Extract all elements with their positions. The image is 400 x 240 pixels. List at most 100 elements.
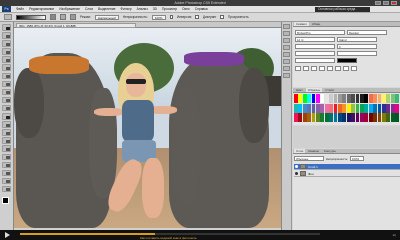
document-tab[interactable]: IMG_1580.JPG @ 33,3% (Слой 1, RGB/8) — [16, 22, 136, 28]
color-swatch[interactable] — [346, 103, 351, 113]
dodge-tool-icon[interactable] — [2, 129, 11, 136]
color-swatch[interactable] — [368, 94, 373, 103]
menu-image[interactable]: Изображение — [59, 7, 80, 11]
tab-color[interactable]: Цвет — [294, 88, 305, 92]
brush-tool-icon[interactable] — [2, 80, 11, 88]
reverse-checkbox[interactable] — [169, 15, 173, 19]
gradient-tool-preset-icon[interactable] — [4, 14, 12, 20]
color-swatch[interactable] — [351, 103, 356, 113]
faux-italic-button[interactable] — [303, 66, 309, 71]
color-swatch[interactable] — [298, 103, 303, 113]
play-icon[interactable] — [5, 232, 10, 238]
tab-paragraph[interactable]: Абзац — [310, 22, 322, 26]
eraser-tool-icon[interactable] — [2, 104, 11, 112]
radial-gradient-icon[interactable] — [60, 14, 66, 20]
color-swatch[interactable] — [395, 103, 399, 113]
menu-analysis[interactable]: Анализ — [137, 7, 148, 11]
color-swatch[interactable] — [390, 103, 395, 113]
menu-view[interactable]: Просмотр — [162, 7, 177, 11]
color-swatch[interactable] — [302, 113, 307, 122]
color-swatch[interactable] — [315, 94, 320, 103]
color-swatch[interactable] — [302, 94, 307, 103]
tab-layers[interactable]: Слои — [294, 149, 306, 153]
color-swatch[interactable] — [307, 103, 312, 113]
color-swatch[interactable] — [337, 103, 342, 113]
paragraph-panel-icon[interactable] — [283, 59, 290, 64]
zoom-tool-icon[interactable] — [2, 185, 11, 193]
color-swatch[interactable] — [329, 103, 334, 113]
character-panel-icon[interactable] — [283, 52, 290, 57]
color-swatch[interactable] — [329, 94, 334, 103]
font-size-field[interactable]: 12 пт — [295, 37, 335, 42]
color-swatch[interactable] — [373, 113, 378, 122]
color-swatch[interactable] — [337, 113, 342, 122]
menu-filter[interactable]: Фильтр — [121, 7, 132, 11]
menu-layer[interactable]: Слои — [85, 7, 93, 11]
color-swatch[interactable] — [315, 113, 320, 122]
mode-select[interactable]: Нормальный — [94, 14, 119, 20]
image-canvas[interactable] — [14, 28, 281, 228]
color-swatch[interactable] — [333, 103, 338, 113]
dither-checkbox[interactable] — [195, 15, 199, 19]
color-swatch[interactable] — [359, 113, 364, 122]
color-swatch[interactable] — [294, 94, 298, 103]
minimize-button[interactable] — [375, 1, 381, 5]
color-swatch[interactable] — [342, 103, 347, 113]
color-swatch[interactable] — [311, 103, 316, 113]
font-family-select[interactable]: Myriad Pro — [295, 30, 345, 35]
marquee-tool-icon[interactable] — [2, 32, 11, 39]
tab-channels[interactable]: Каналы — [306, 149, 321, 153]
maximize-button[interactable] — [383, 1, 389, 5]
horizontal-scale-field[interactable] — [337, 51, 377, 56]
color-swatch[interactable] — [294, 103, 298, 113]
color-swatch[interactable] — [377, 113, 382, 122]
tab-swatches[interactable]: Образцы — [305, 88, 323, 92]
color-swatch[interactable] — [364, 103, 369, 113]
info-panel-icon[interactable] — [283, 66, 290, 71]
text-color-swatch[interactable] — [337, 58, 357, 63]
color-swatch[interactable] — [337, 94, 342, 103]
color-swatch[interactable] — [359, 103, 364, 113]
color-swatch[interactable] — [342, 94, 347, 103]
color-swatches[interactable] — [1, 196, 12, 207]
menu-select[interactable]: Выделение — [98, 7, 115, 11]
color-swatch[interactable] — [307, 113, 312, 122]
layer-row[interactable]: Фон — [294, 171, 400, 177]
color-swatch[interactable] — [386, 103, 391, 113]
strikethrough-button[interactable] — [351, 66, 357, 71]
tab-paths[interactable]: Контуры — [322, 149, 338, 153]
color-swatch[interactable] — [311, 113, 316, 122]
hand-tool-icon[interactable] — [2, 177, 11, 185]
tab-styles[interactable]: Стили — [323, 88, 336, 92]
clone-stamp-tool-icon[interactable] — [2, 88, 11, 96]
vertical-scale-field[interactable] — [295, 51, 335, 56]
volume-icon[interactable]: ◄) — [392, 233, 396, 237]
color-swatch[interactable] — [381, 94, 386, 103]
tab-character[interactable]: Символ — [294, 22, 309, 26]
move-tool-icon[interactable] — [2, 24, 11, 31]
color-swatch[interactable] — [298, 113, 303, 122]
color-swatch[interactable] — [386, 94, 391, 103]
shape-tool-icon[interactable] — [2, 161, 11, 169]
lasso-tool-icon[interactable] — [2, 40, 11, 47]
blur-tool-icon[interactable] — [2, 121, 11, 128]
color-swatch[interactable] — [373, 103, 378, 113]
color-swatch[interactable] — [346, 94, 351, 103]
color-swatch[interactable] — [359, 94, 364, 103]
visibility-eye-icon[interactable] — [295, 172, 298, 175]
menu-window[interactable]: Окно — [182, 7, 190, 11]
eyedropper-tool-icon[interactable] — [2, 64, 11, 71]
color-swatch[interactable] — [329, 113, 334, 122]
transparency-checkbox[interactable] — [220, 15, 224, 19]
color-swatch[interactable] — [324, 94, 329, 103]
menu-help[interactable]: Справка — [195, 7, 208, 11]
color-swatch[interactable] — [342, 113, 347, 122]
color-swatch[interactable] — [390, 113, 395, 122]
color-swatch[interactable] — [377, 103, 382, 113]
color-swatch[interactable] — [381, 103, 386, 113]
color-swatch[interactable] — [320, 113, 325, 122]
color-swatch[interactable] — [320, 94, 325, 103]
superscript-button[interactable] — [327, 66, 333, 71]
color-swatch[interactable] — [298, 94, 303, 103]
kerning-field[interactable] — [295, 44, 335, 49]
